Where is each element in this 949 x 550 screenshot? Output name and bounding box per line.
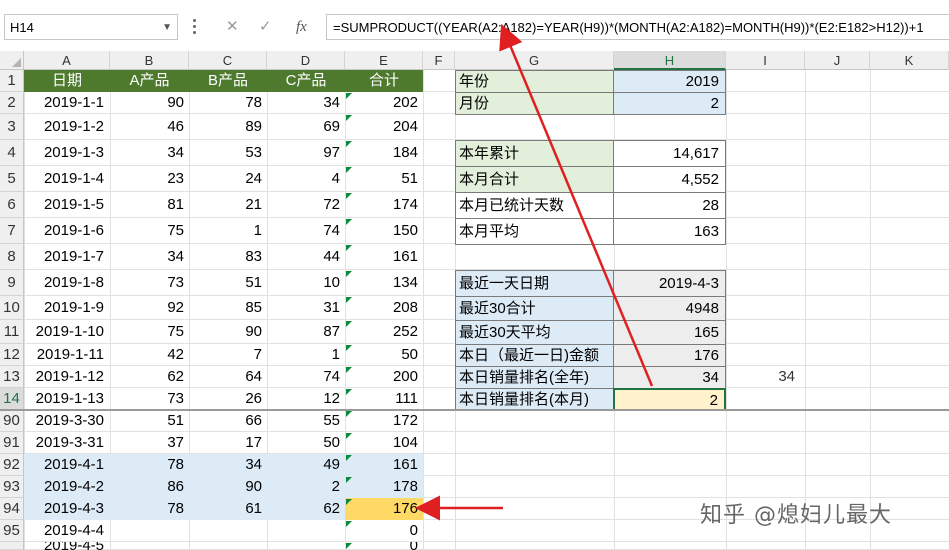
arrow-to-formula xyxy=(499,23,654,387)
annotation-arrows xyxy=(415,23,654,521)
